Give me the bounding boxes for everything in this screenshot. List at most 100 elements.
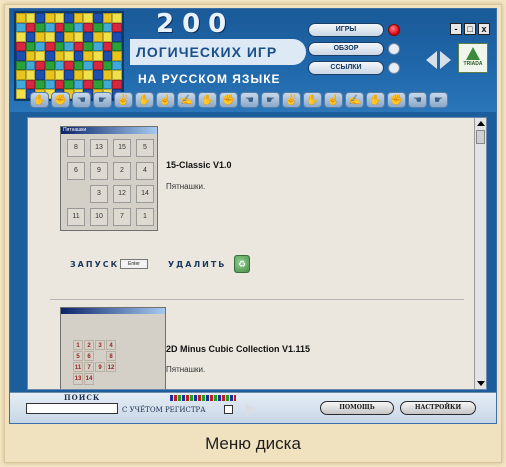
- mosaic-tile: [16, 13, 26, 23]
- vertical-scrollbar[interactable]: [474, 118, 486, 389]
- mosaic-tile: [64, 70, 74, 80]
- board-tile: 14: [84, 373, 94, 385]
- mosaic-tile: [25, 51, 36, 61]
- mosaic-tile: [54, 22, 65, 33]
- mosaic-tile: [25, 79, 36, 90]
- scroll-up-icon[interactable]: [477, 121, 485, 126]
- nav-links-button[interactable]: ССЫЛКИ: [308, 61, 384, 75]
- mosaic-tile: [16, 32, 26, 42]
- next-arrow-icon[interactable]: [440, 51, 451, 69]
- mosaic-tile: [35, 41, 45, 52]
- scroll-thumb[interactable]: [476, 130, 485, 144]
- help-button[interactable]: ПОМОЩЬ: [320, 401, 394, 415]
- board-tile: 1: [73, 340, 83, 350]
- category-hand-icon[interactable]: ✋: [303, 92, 322, 108]
- puzzle-tile: 15: [113, 139, 131, 157]
- category-hand-icon[interactable]: ✌: [114, 92, 133, 108]
- mosaic-tile: [112, 51, 122, 61]
- mosaic-tile: [16, 60, 26, 71]
- scroll-down-icon[interactable]: [477, 381, 485, 386]
- board-tile: 6: [84, 351, 94, 361]
- image-caption: Меню диска: [205, 434, 301, 453]
- puzzle-tile: 6: [67, 162, 85, 180]
- search-label: ПОИСК: [64, 393, 101, 402]
- mosaic-tile: [35, 32, 45, 42]
- game-screenshot-15-classic: Пятнашки 8 13 15 5 6 9 2 4 3 12 14 11 10 7 1: [60, 126, 158, 231]
- mosaic-tile: [102, 13, 113, 23]
- mosaic-tile: [54, 51, 65, 61]
- mosaic-tile: [73, 13, 84, 23]
- mosaic-tile: [112, 32, 122, 42]
- triada-logo-text: TRIADA: [463, 61, 483, 67]
- puzzle-tile: 4: [136, 162, 154, 180]
- mosaic-tile: [93, 79, 103, 90]
- game-description: Пятнашки.: [166, 365, 206, 374]
- launch-button[interactable]: ЗАПУСК: [70, 260, 119, 269]
- mosaic-tile: [112, 70, 122, 80]
- category-hand-icon[interactable]: ☚: [240, 92, 259, 108]
- games-list: Пятнашки 8 13 15 5 6 9 2 4 3 12 14 11 10 7 1 15-Classi…: [27, 117, 487, 390]
- category-hand-icon[interactable]: ✋: [30, 92, 49, 108]
- mosaic-tile: [93, 41, 103, 52]
- category-hand-icon[interactable]: ☝: [156, 92, 175, 108]
- category-hand-icon[interactable]: ☚: [72, 92, 91, 108]
- nav-overview-indicator: [388, 43, 400, 55]
- recycle-bin-icon[interactable]: ♻: [234, 255, 250, 273]
- category-hand-icon[interactable]: ☝: [324, 92, 343, 108]
- minimize-button[interactable]: -: [450, 23, 462, 35]
- triada-logo: TRIADA: [458, 43, 488, 73]
- category-hand-icon[interactable]: ✋: [198, 92, 217, 108]
- mosaic-tile: [35, 60, 45, 71]
- category-hand-icon[interactable]: ✊: [51, 92, 70, 108]
- search-go-icon[interactable]: [246, 403, 256, 417]
- mosaic-tile: [112, 22, 122, 33]
- category-hand-icon[interactable]: ☛: [429, 92, 448, 108]
- category-hand-icon[interactable]: ☛: [93, 92, 112, 108]
- category-hand-icon[interactable]: ✋: [135, 92, 154, 108]
- mosaic-tile: [44, 32, 55, 42]
- puzzle-tile: 7: [113, 208, 131, 226]
- enter-key-icon[interactable]: Enter: [120, 259, 148, 269]
- category-hand-icon[interactable]: ☛: [261, 92, 280, 108]
- category-hand-icon[interactable]: ✌: [282, 92, 301, 108]
- triada-logo-icon: [466, 47, 480, 60]
- puzzle-tile: 2: [113, 162, 131, 180]
- mosaic-tile: [16, 51, 26, 61]
- category-hand-icon[interactable]: ☚: [408, 92, 427, 108]
- board-tile: 13: [73, 373, 83, 385]
- search-input[interactable]: [26, 403, 118, 414]
- game-name: 2D Minus Cubic Collection V1.115: [166, 344, 311, 354]
- mosaic-tile: [73, 70, 84, 80]
- case-sensitive-checkbox[interactable]: [224, 405, 233, 414]
- category-hand-icon[interactable]: ✍: [177, 92, 196, 108]
- puzzle-grid: 8 13 15 5 6 9 2 4 3 12 14 11 10 7 1: [67, 139, 154, 226]
- mosaic-tile: [44, 79, 55, 90]
- category-hand-icon[interactable]: ✊: [387, 92, 406, 108]
- mosaic-tile: [102, 70, 113, 80]
- mosaic-tile: [64, 51, 74, 61]
- maximize-button[interactable]: □: [464, 23, 476, 35]
- nav-games-button[interactable]: ИГРЫ: [308, 23, 384, 37]
- settings-button[interactable]: НАСТРОЙКИ: [400, 401, 476, 415]
- close-button[interactable]: x: [478, 23, 490, 35]
- mosaic-tile: [16, 22, 26, 33]
- mosaic-tile: [64, 41, 74, 52]
- nav-games-indicator: [388, 24, 400, 36]
- category-hand-icon[interactable]: ✍: [345, 92, 364, 108]
- nav-overview-button[interactable]: ОБЗОР: [308, 42, 384, 56]
- mosaic-tile: [112, 13, 122, 23]
- mosaic-tile: [54, 60, 65, 71]
- puzzle-board: 1 2 3 4 5 6 8 11 7 9 12 13 14: [73, 340, 116, 385]
- mosaic-tile: [102, 51, 113, 61]
- mosaic-tile: [64, 60, 74, 71]
- category-hand-icon[interactable]: ✋: [366, 92, 385, 108]
- mosaic-tile: [35, 79, 45, 90]
- mosaic-tile: [83, 79, 94, 90]
- game-window-menu: [61, 314, 165, 319]
- prev-arrow-icon[interactable]: [426, 51, 437, 69]
- mosaic-tile: [73, 79, 84, 90]
- mosaic-tile: [83, 70, 94, 80]
- delete-button[interactable]: УДАЛИТЬ: [168, 260, 226, 269]
- board-tile: 4: [106, 340, 116, 350]
- category-hand-icon[interactable]: ✊: [219, 92, 238, 108]
